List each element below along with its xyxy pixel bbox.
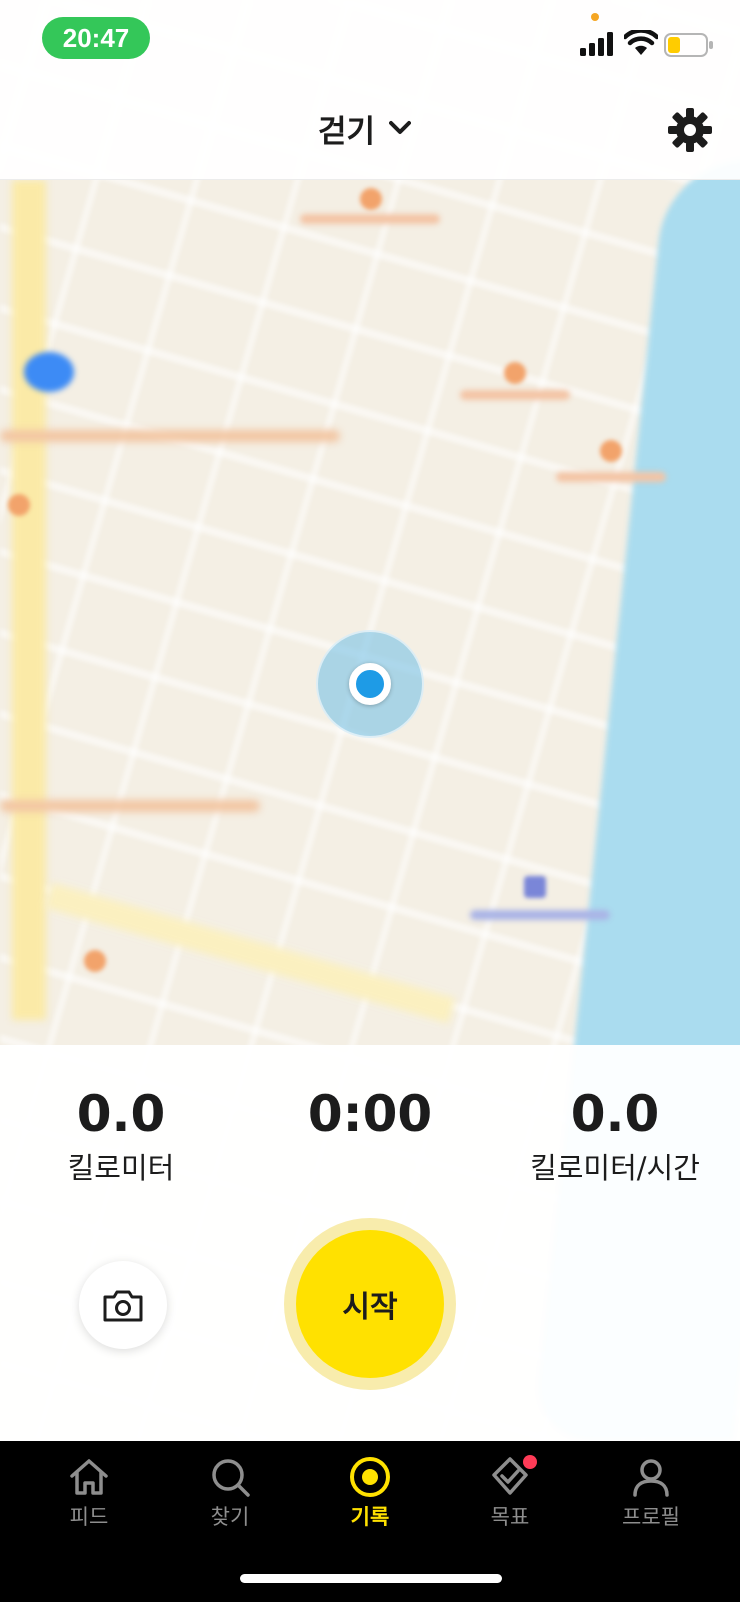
map-poi-label (556, 472, 666, 482)
tab-record-label: 기록 (350, 1505, 390, 1529)
tab-feed[interactable]: 피드 (29, 1455, 149, 1533)
tab-explore-label: 찾기 (210, 1505, 250, 1529)
tab-record[interactable]: 기록 (310, 1455, 430, 1533)
tab-profile[interactable]: 프로필 (591, 1455, 711, 1533)
speed-label: 킬로미터/시간 (530, 1151, 700, 1185)
wifi-icon (624, 30, 658, 55)
record-icon (350, 1457, 390, 1497)
map-poi-marker (504, 362, 526, 384)
map-road (0, 430, 340, 442)
start-button[interactable]: 시작 (296, 1230, 444, 1378)
cellular-signal-icon (580, 32, 613, 56)
speed-value: 0.0 (570, 1085, 660, 1143)
camera-icon (103, 1290, 143, 1322)
camera-button[interactable] (79, 1261, 167, 1349)
map-poi-marker (24, 352, 74, 392)
home-icon (70, 1459, 108, 1495)
distance-value: 0.0 (76, 1085, 166, 1143)
tab-feed-label: 피드 (69, 1505, 109, 1529)
chevron-down-icon (389, 121, 412, 134)
activity-type-label: 걷기 (318, 113, 376, 150)
map-poi-label (300, 214, 440, 224)
map-poi-marker (84, 950, 106, 972)
distance-stat: 0.0 킬로미터 (0, 1082, 246, 1188)
duration-value: 0:00 (307, 1085, 433, 1143)
map-road-major (12, 180, 46, 1020)
gear-icon (668, 108, 712, 152)
distance-label: 킬로미터 (67, 1151, 175, 1185)
search-icon (212, 1459, 250, 1497)
metro-station-icon (524, 876, 546, 898)
tab-goals-label: 목표 (490, 1505, 530, 1529)
profile-icon (633, 1459, 669, 1497)
tab-goals[interactable]: 목표 (450, 1455, 570, 1533)
speed-stat: 0.0 킬로미터/시간 (490, 1082, 740, 1188)
tab-profile-label: 프로필 (622, 1505, 680, 1529)
home-indicator[interactable] (240, 1574, 502, 1583)
settings-button[interactable] (666, 106, 714, 154)
activity-type-selector[interactable]: 걷기 (318, 100, 412, 156)
duration-stat: 0:00 (245, 1082, 495, 1148)
map-poi-marker (8, 494, 30, 516)
map-poi-marker (600, 440, 622, 462)
battery-icon (664, 33, 713, 57)
map-poi-label (460, 390, 570, 400)
map-poi-marker (360, 188, 382, 210)
map-road (0, 800, 260, 812)
map-poi-label (470, 910, 610, 920)
notification-badge (523, 1455, 537, 1469)
current-location-dot (349, 663, 391, 705)
status-time: 20:47 (42, 17, 150, 59)
privacy-indicator-dot (591, 13, 599, 21)
tab-explore[interactable]: 찾기 (170, 1455, 290, 1533)
